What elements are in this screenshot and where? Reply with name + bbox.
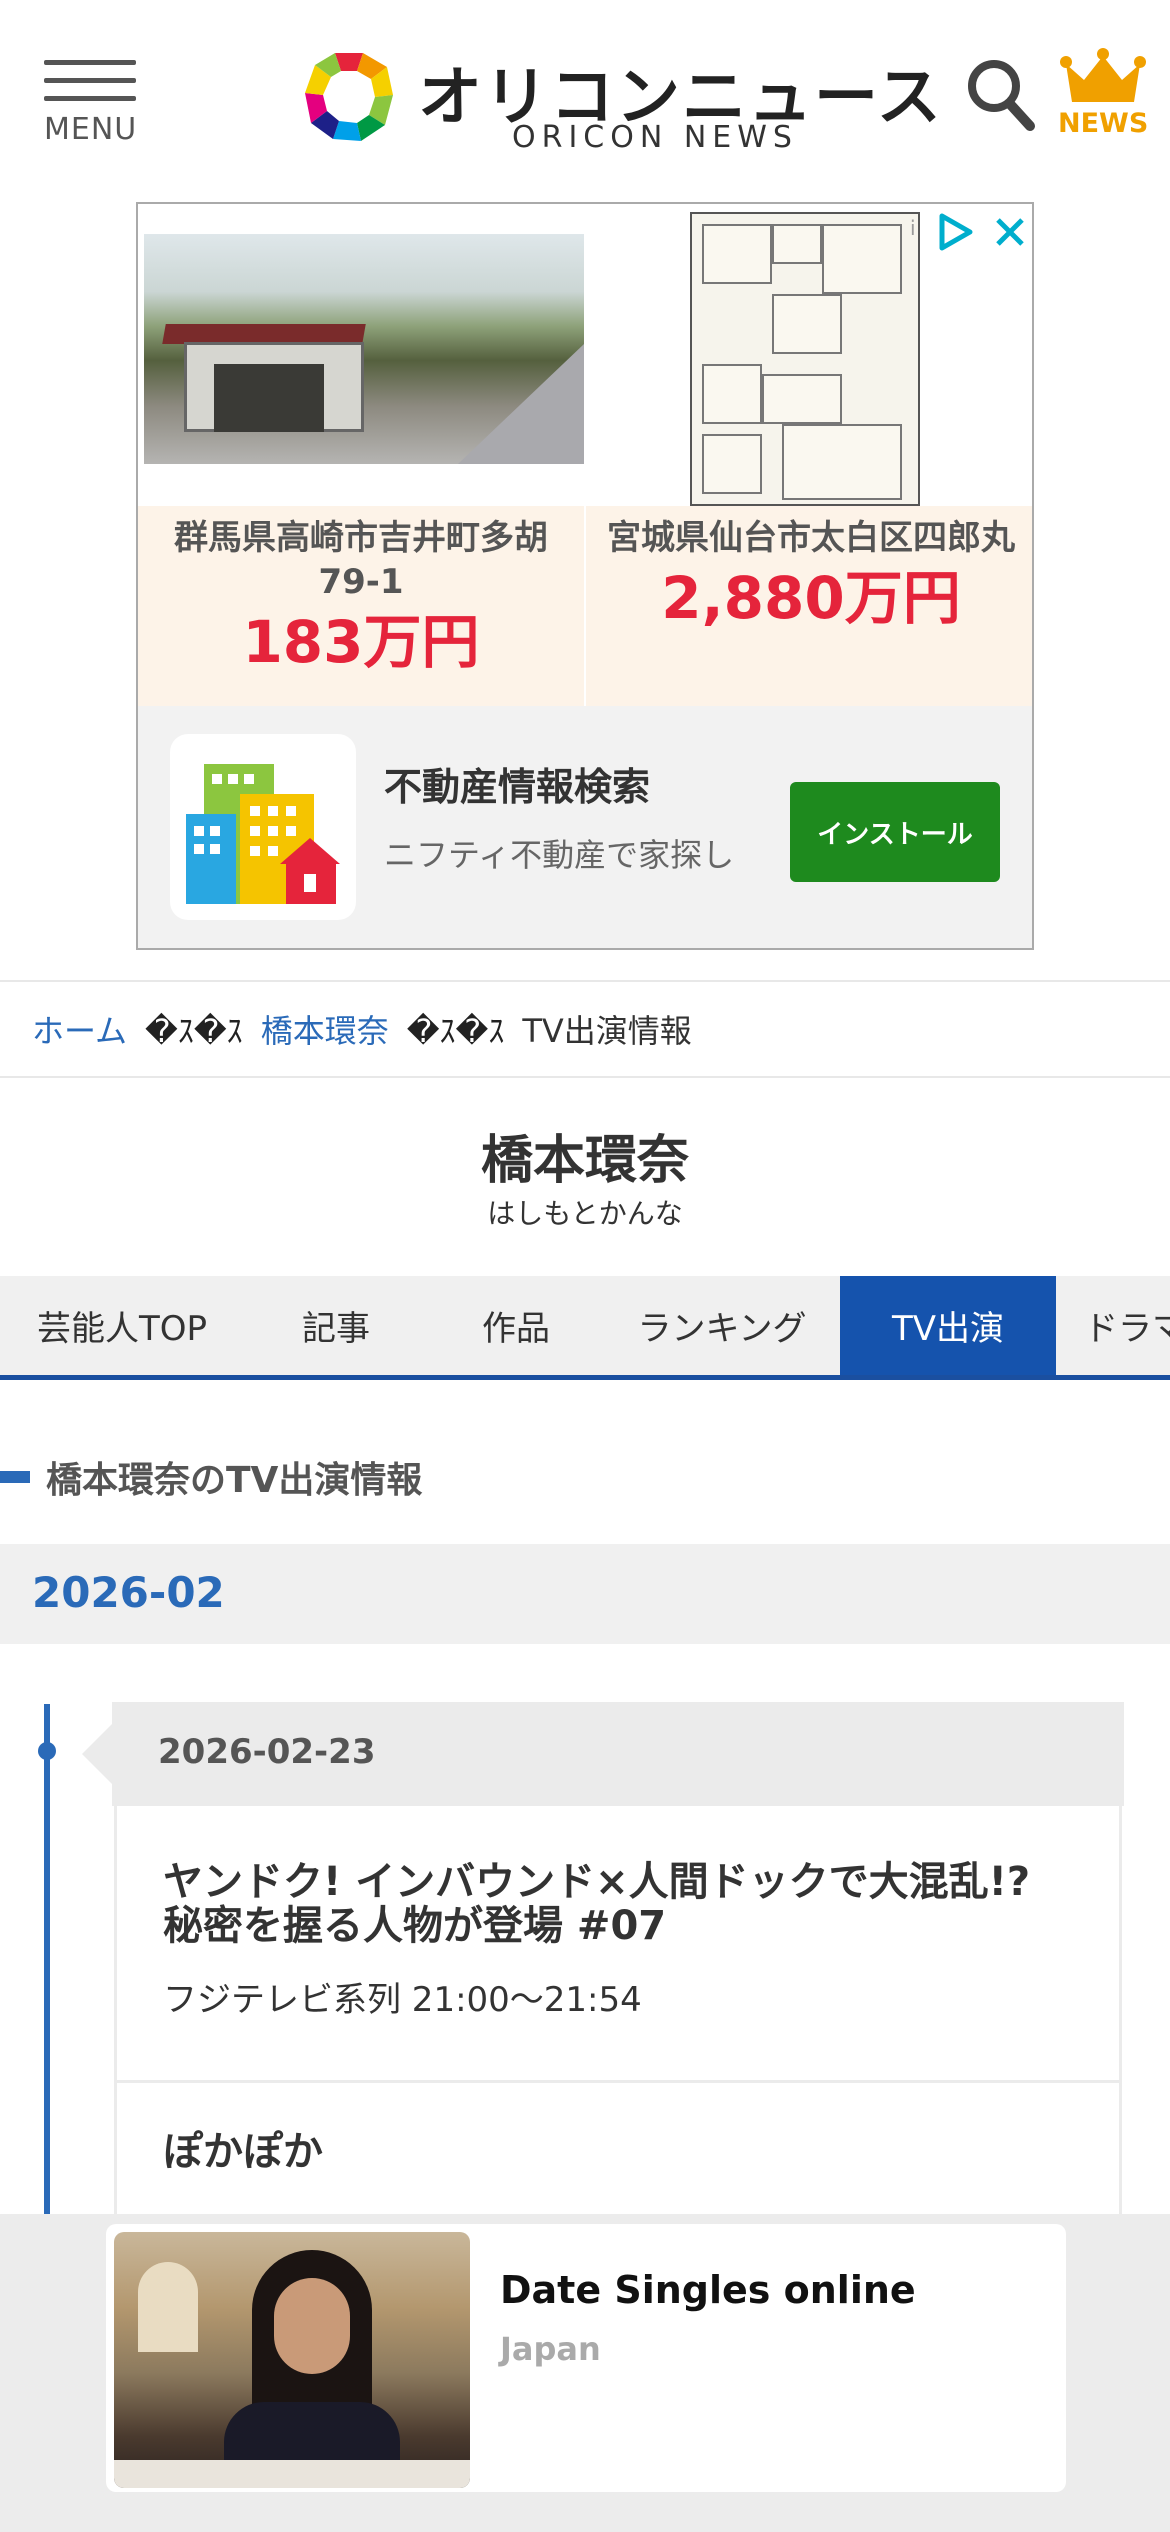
sticky-bottom-ad: Date Singles online Japan <box>0 2214 1170 2532</box>
timeline-dot <box>38 1742 56 1760</box>
menu-label: MENU <box>44 112 138 147</box>
listing-address: 群馬県高崎市吉井町多胡79-1 <box>174 518 548 602</box>
ad-listing-2[interactable]: 宮城県仙台市太白区四郎丸 2,880万円 <box>586 506 1032 706</box>
oricon-logo-icon <box>305 53 393 141</box>
page-title: 橋本環奈 <box>480 1131 689 1191</box>
install-button[interactable]: インストール <box>790 782 1000 882</box>
program-item[interactable]: ヤンドク! インバウンド×人間ドックで大混乱!? 秘密を握る人物が登場 #07 … <box>117 1860 1119 2021</box>
photo-roof <box>162 324 366 344</box>
tab-tv[interactable]: TV出演 <box>840 1276 1056 1375</box>
plan-room <box>822 224 902 294</box>
ad-portrait-photo <box>114 2232 470 2488</box>
news-label: NEWS <box>1058 108 1149 139</box>
photo-road <box>458 344 584 464</box>
ad-info-icon[interactable]: i <box>910 216 916 240</box>
plan-room <box>762 374 842 424</box>
plan-room <box>782 424 902 500</box>
plan-room <box>702 434 762 494</box>
section-heading-text: 橋本環奈のTV出演情報 <box>46 1460 423 1501</box>
bottom-ad-card[interactable]: Date Singles online Japan <box>106 2224 1066 2492</box>
program-title: ヤンドク! インバウンド×人間ドックで大混乱!? 秘密を握る人物が登場 #07 <box>163 1859 1031 1949</box>
photo-window <box>138 2262 198 2352</box>
plan-room <box>702 224 772 284</box>
heading-marker <box>0 1471 30 1483</box>
plan-room <box>772 224 822 264</box>
building-app-icon <box>170 734 356 920</box>
breadcrumb-separator: �ｽ�ｽ <box>145 1012 243 1050</box>
photo-garage-door <box>214 364 324 432</box>
section-heading: 橋本環奈のTV出演情報 <box>0 1452 422 1502</box>
logo-text-en: ORICON NEWS <box>512 120 798 155</box>
divider <box>0 980 1170 982</box>
date-label: 2026-02-23 <box>158 1732 376 1772</box>
hamburger-icon <box>44 60 136 65</box>
plan-room <box>702 364 762 424</box>
real-estate-ad[interactable]: i 群馬県高崎市吉井町多胡79-1 183万円 宮城県仙台市太白区四郎丸 2,8… <box>136 202 1034 950</box>
date-header: 2026-02-23 <box>82 1702 1124 1806</box>
tab-articles[interactable]: 記事 <box>244 1276 428 1375</box>
site-header: MENU オリコンニュース ORICON NEWS NEWS <box>0 0 1170 200</box>
close-icon[interactable] <box>990 212 1030 252</box>
ad-app-description: ニフティ不動産で家探し <box>384 836 735 874</box>
news-ranking-button[interactable]: NEWS <box>1058 48 1148 144</box>
listing-price: 2,880万円 <box>661 564 961 632</box>
plan-room <box>772 294 842 354</box>
divider <box>0 1076 1170 1078</box>
page-title-kana: はしもとかんな <box>487 1197 683 1230</box>
hamburger-bar <box>44 96 136 101</box>
listing-address: 宮城県仙台市太白区四郎丸 <box>607 518 1015 558</box>
tab-top[interactable]: 芸能人TOP <box>0 1276 244 1375</box>
program-title: ぽかぽか <box>163 2129 323 2175</box>
ad-app-row[interactable]: 不動産情報検索 ニフティ不動産で家探し インストール <box>138 706 1032 948</box>
ad-app-title: 不動産情報検索 <box>384 765 651 809</box>
search-button[interactable] <box>966 58 1036 132</box>
bottom-ad-subtitle: Japan <box>500 2330 601 2368</box>
tab-ranking[interactable]: ランキング <box>604 1276 840 1375</box>
ad-floor-plan-image[interactable] <box>690 212 920 506</box>
month-label: 2026-02 <box>32 1568 225 1617</box>
menu-button[interactable]: MENU <box>44 56 138 147</box>
month-header: 2026-02 <box>0 1544 1170 1644</box>
listing-price: 183万円 <box>242 608 480 676</box>
photo-table <box>114 2460 470 2488</box>
breadcrumb: ホーム �ｽ�ｽ 橋本環奈 �ｽ�ｽ TV出演情報 <box>32 1004 692 1054</box>
hamburger-bar <box>44 78 136 83</box>
profile-tabs: 芸能人TOP 記事 作品 ランキング TV出演 ドラマ <box>0 1276 1170 1380</box>
crown-icon <box>1060 48 1146 102</box>
breadcrumb-current: TV出演情報 <box>522 1012 692 1050</box>
search-icon <box>968 60 1035 131</box>
program-divider <box>117 2080 1119 2083</box>
breadcrumb-artist[interactable]: 橋本環奈 <box>261 1006 389 1052</box>
program-broadcast-info: フジテレビ系列 21:00〜21:54 <box>163 1980 642 2020</box>
timeline-line <box>44 1704 50 2224</box>
bottom-ad-title: Date Singles online <box>500 2268 916 2312</box>
tab-works[interactable]: 作品 <box>428 1276 604 1375</box>
photo-face <box>274 2278 350 2374</box>
breadcrumb-separator: �ｽ�ｽ <box>406 1012 505 1050</box>
breadcrumb-home[interactable]: ホーム <box>32 1006 127 1052</box>
ad-house-photo[interactable] <box>144 234 584 464</box>
program-item[interactable]: ぽかぽか <box>117 2130 1119 2174</box>
site-logo[interactable]: オリコンニュース ORICON NEWS <box>296 40 941 156</box>
adchoices-icon[interactable] <box>934 212 974 252</box>
ad-listing-1[interactable]: 群馬県高崎市吉井町多胡79-1 183万円 <box>138 506 584 706</box>
tab-drama[interactable]: ドラマ <box>1056 1276 1170 1375</box>
